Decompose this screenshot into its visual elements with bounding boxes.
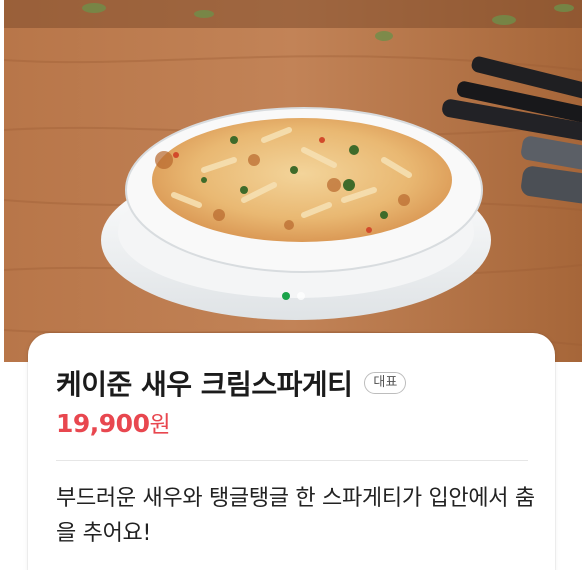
price-unit: 원 [149,412,171,438]
price-amount: 19,900 [56,409,150,438]
menu-detail-page: 케이준 새우 크림스파게티 대표 19,900원 부드러운 새우와 탱글탱글 한… [0,0,584,570]
pasta-gratin-photo-icon [4,0,582,362]
carousel-dot[interactable] [297,292,305,300]
carousel-indicator [282,292,305,300]
menu-name: 케이준 새우 크림스파게티 [56,368,353,401]
title-row: 케이준 새우 크림스파게티 대표 [56,363,407,403]
carousel-dot-active[interactable] [282,292,290,300]
menu-description: 부드러운 새우와 탱글탱글 한 스파게티가 입안에서 춤을 추어요! [56,486,535,546]
divider [56,460,528,461]
menu-info-card: 케이준 새우 크림스파게티 대표 19,900원 부드러운 새우와 탱글탱글 한… [28,333,555,570]
menu-price: 19,900원 [56,405,171,439]
signature-badge: 대표 [364,372,407,394]
menu-photo[interactable] [4,0,582,362]
